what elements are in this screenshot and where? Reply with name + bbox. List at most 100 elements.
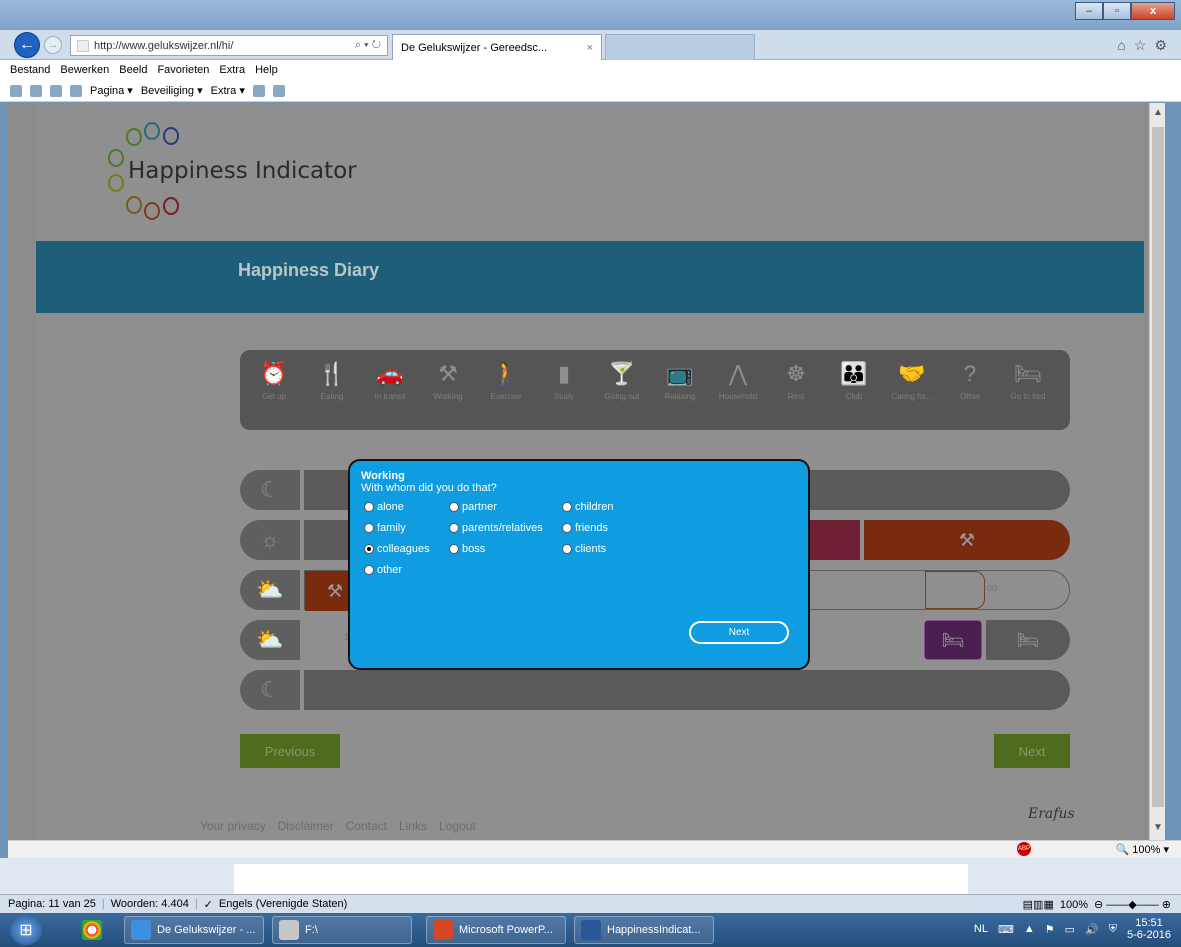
flag-icon[interactable]: ⚑ <box>1045 923 1055 936</box>
favorites-star-icon[interactable]: ☆ <box>1134 37 1147 54</box>
zoom-slider[interactable]: ⊖ ——◆—— ⊕ <box>1094 898 1171 911</box>
activity-eating[interactable]: 🍴 Eating <box>304 360 360 401</box>
cmd-pagina[interactable]: Pagina ▾ <box>90 84 133 97</box>
option-partner[interactable]: partner <box>449 501 497 513</box>
forward-button[interactable]: → <box>44 36 62 54</box>
option-alone[interactable]: alone <box>364 501 404 513</box>
option-friends[interactable]: friends <box>562 522 608 534</box>
language-indicator[interactable]: NL <box>974 923 988 935</box>
next-button[interactable]: Next <box>994 734 1070 768</box>
word-language[interactable]: Engels (Verenigde Staten) <box>219 898 347 910</box>
print-icon[interactable] <box>70 84 82 97</box>
maximize-button[interactable]: ▫ <box>1103 2 1131 20</box>
radio-icon[interactable] <box>449 502 459 512</box>
activity-exercise[interactable]: 🚶 Exercise <box>478 360 534 401</box>
menu-item-bestand[interactable]: Bestand <box>10 64 50 76</box>
activity-caring-for[interactable]: 🤝 Caring for... <box>884 360 940 401</box>
activity-go-to-bed[interactable]: 🛏 Go to bed <box>1000 360 1056 401</box>
radio-icon[interactable] <box>562 523 572 533</box>
mail-icon[interactable] <box>50 84 62 97</box>
option-other[interactable]: other <box>364 564 402 576</box>
footer-link-links[interactable]: Links <box>399 819 427 833</box>
view-layout-icon[interactable]: ▤▥▦ <box>1023 898 1054 911</box>
radio-icon[interactable] <box>364 502 374 512</box>
radio-icon[interactable] <box>562 502 572 512</box>
gear-icon[interactable]: ⚙ <box>1154 37 1167 54</box>
network-icon[interactable]: ▭ <box>1065 923 1075 936</box>
shield-icon[interactable]: ⛨ <box>1109 923 1117 936</box>
taskbar-item-word[interactable]: HappinessIndicat... <box>574 916 714 944</box>
timeline-bar[interactable] <box>304 670 1070 710</box>
taskbar-item-ie[interactable]: De Gelukswijzer - ... <box>124 916 264 944</box>
activity-working[interactable]: ⚒ Working <box>420 360 476 401</box>
radio-icon[interactable] <box>449 544 459 554</box>
footer-link-privacy[interactable]: Your privacy <box>200 819 266 833</box>
radio-icon[interactable] <box>364 565 374 575</box>
segment-go-to-bed[interactable]: 🛏 <box>924 620 982 660</box>
home-icon[interactable]: ⌂ <box>1117 37 1125 54</box>
help-icon[interactable] <box>252 84 265 97</box>
radio-selected-icon[interactable] <box>364 544 374 554</box>
previous-button[interactable]: Previous <box>240 734 340 768</box>
option-parents-relatives[interactable]: parents/relatives <box>449 522 543 534</box>
activity-in-transit[interactable]: 🚗 In transit <box>362 360 418 401</box>
scroll-down-icon[interactable]: ▼ <box>1152 822 1164 836</box>
menu-item-beeld[interactable]: Beeld <box>119 64 147 76</box>
taskbar-item-explorer[interactable]: F:\ <box>272 916 412 944</box>
vertical-scrollbar[interactable]: ▲ ▼ <box>1149 103 1165 840</box>
taskbar-item-powerpoint[interactable]: Microsoft PowerP... <box>426 916 566 944</box>
new-tab[interactable] <box>605 34 755 60</box>
radio-icon[interactable] <box>562 544 572 554</box>
cmd-beveiliging[interactable]: Beveiliging ▾ <box>141 84 203 97</box>
scroll-up-icon[interactable]: ▲ <box>1152 107 1164 121</box>
segment-working[interactable]: ⚒ <box>864 520 1070 560</box>
footer-link-contact[interactable]: Contact <box>346 819 387 833</box>
option-colleagues[interactable]: colleagues <box>364 543 430 555</box>
adblock-icon[interactable]: ABP <box>1017 842 1031 856</box>
menu-item-bewerken[interactable]: Bewerken <box>60 64 109 76</box>
tab-active[interactable]: De Gelukswijzer - Gereedsc... × <box>392 34 602 60</box>
menu-item-extra[interactable]: Extra <box>219 64 245 76</box>
option-clients[interactable]: clients <box>562 543 606 555</box>
spellcheck-icon[interactable]: ✓ <box>204 898 213 911</box>
menu-item-favorieten[interactable]: Favorieten <box>157 64 209 76</box>
home-icon[interactable] <box>10 84 22 97</box>
close-button[interactable]: x <box>1131 2 1175 20</box>
activity-club[interactable]: 👪 Club <box>826 360 882 401</box>
start-button[interactable]: ⊞ <box>10 915 42 945</box>
menu-item-help[interactable]: Help <box>255 64 278 76</box>
feeds-icon[interactable] <box>30 84 42 97</box>
segment-sleep[interactable]: 🛏 <box>986 620 1070 660</box>
show-hidden-icon[interactable]: ▲ <box>1024 923 1035 935</box>
radio-icon[interactable] <box>449 523 459 533</box>
back-button[interactable]: ← <box>14 32 40 58</box>
chrome-icon[interactable] <box>76 916 112 944</box>
activity-household[interactable]: ⋀ Household <box>710 360 766 401</box>
footer-link-disclaimer[interactable]: Disclaimer <box>278 819 334 833</box>
clock[interactable]: 15:51 5-6-2016 <box>1127 917 1171 941</box>
radio-icon[interactable] <box>364 523 374 533</box>
research-icon[interactable] <box>272 84 285 97</box>
cmd-extra[interactable]: Extra ▾ <box>211 84 245 97</box>
dialog-next-button[interactable]: Next <box>689 621 789 644</box>
activity-study[interactable]: ▮ Study <box>536 360 592 401</box>
tab-close-icon[interactable]: × <box>587 42 601 54</box>
search-refresh-icon[interactable]: ⌕ ▾ ↻ <box>355 39 387 52</box>
activity-other[interactable]: ? Other <box>942 360 998 401</box>
word-word-count[interactable]: Woorden: 4.404 <box>111 898 189 910</box>
scroll-thumb[interactable] <box>1152 127 1164 807</box>
activity-relaxing[interactable]: 📺 Relaxing <box>652 360 708 401</box>
address-bar[interactable]: http://www.gelukswijzer.nl/hi/ ⌕ ▾ ↻ <box>70 35 388 56</box>
option-boss[interactable]: boss <box>449 543 485 555</box>
option-family[interactable]: family <box>364 522 406 534</box>
activity-going-out[interactable]: 🍸 Going out <box>594 360 650 401</box>
option-children[interactable]: children <box>562 501 614 513</box>
activity-rest[interactable]: ☸ Rest <box>768 360 824 401</box>
keyboard-icon[interactable]: ⌨ <box>998 923 1014 936</box>
footer-link-logout[interactable]: Logout <box>439 819 476 833</box>
volume-icon[interactable]: 🔊 <box>1085 923 1099 936</box>
zoom-level[interactable]: 🔍 100% ▾ <box>1116 843 1169 856</box>
activity-get-up[interactable]: ⏰ Get up <box>246 360 302 401</box>
word-page-count[interactable]: Pagina: 11 van 25 <box>8 898 96 910</box>
minimize-button[interactable]: – <box>1075 2 1103 20</box>
